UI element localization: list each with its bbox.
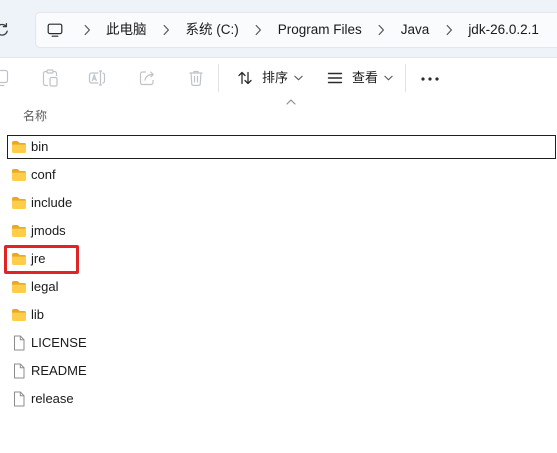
file-icon [11, 335, 27, 351]
item-name: conf [31, 167, 56, 182]
breadcrumb-item[interactable]: 此电脑 [106, 20, 147, 40]
copy-button[interactable] [0, 68, 11, 88]
copy-icon [0, 68, 11, 88]
file-item[interactable]: LICENSE [0, 329, 557, 357]
delete-icon [186, 68, 206, 88]
folder-icon [11, 279, 27, 295]
toolbar-divider [405, 64, 406, 92]
paste-button[interactable] [40, 68, 60, 88]
item-name: include [31, 195, 73, 210]
computer-icon[interactable] [47, 22, 63, 38]
chevron-right-icon[interactable] [67, 24, 106, 36]
file-icon [11, 391, 27, 407]
item-name: lib [31, 307, 45, 322]
file-item[interactable]: release [0, 385, 557, 413]
refresh-icon[interactable] [0, 22, 10, 38]
sort-button[interactable]: 排序 [237, 64, 303, 92]
folder-icon [11, 167, 27, 183]
rename-icon [87, 68, 107, 88]
more-icon[interactable] [420, 77, 440, 81]
breadcrumb-item[interactable]: Program Files [278, 20, 362, 40]
item-name: legal [31, 279, 59, 294]
chevron-down-icon [294, 75, 303, 81]
view-button[interactable]: 查看 [327, 64, 393, 92]
folder-item[interactable]: include [0, 189, 557, 217]
folder-item[interactable]: lib [0, 301, 557, 329]
breadcrumb-item[interactable]: Java [401, 20, 430, 40]
folder-icon [11, 307, 27, 323]
breadcrumb[interactable]: 此电脑 系统 (C:) Program Files Java jdk-26.0.2.1 [35, 12, 557, 48]
delete-button[interactable] [186, 68, 206, 88]
highlight-box [4, 245, 79, 274]
address-bar-row: 此电脑 系统 (C:) Program Files Java jdk-26.0.2.1 [0, 0, 557, 58]
breadcrumb-item[interactable]: 系统 (C:) [186, 20, 239, 40]
folder-icon [11, 139, 27, 155]
sort-label: 排序 [262, 70, 289, 85]
file-list: bin conf include jmods jre legal lib LICENSE REA… [0, 133, 557, 413]
file-icon [11, 363, 27, 379]
folder-icon [11, 195, 27, 211]
item-name: LICENSE [31, 335, 87, 350]
toolbar-divider [218, 64, 219, 92]
chevron-right-icon[interactable] [147, 24, 186, 36]
chevron-down-icon [384, 75, 393, 81]
column-header-name[interactable]: 名称 [23, 108, 47, 124]
chevron-right-icon[interactable] [362, 24, 401, 36]
folder-item[interactable]: jre [0, 245, 557, 274]
folder-item[interactable]: legal [0, 273, 557, 301]
paste-icon [40, 68, 60, 88]
file-item[interactable]: README [0, 357, 557, 385]
sort-ascending-icon [286, 99, 296, 105]
breadcrumb-item[interactable]: jdk-26.0.2.1 [468, 20, 539, 40]
view-icon [327, 70, 343, 86]
rename-button[interactable] [87, 68, 107, 88]
folder-item[interactable]: bin [0, 133, 557, 161]
folder-icon [11, 223, 27, 239]
chevron-right-icon[interactable] [239, 24, 278, 36]
item-name: jmods [31, 223, 66, 238]
folder-item[interactable]: conf [0, 161, 557, 189]
share-icon [137, 68, 157, 88]
item-name: README [31, 363, 87, 378]
share-button[interactable] [137, 68, 157, 88]
sort-icon [237, 70, 253, 86]
chevron-right-icon[interactable] [429, 24, 468, 36]
folder-item[interactable]: jmods [0, 217, 557, 245]
item-name: bin [31, 139, 49, 154]
item-name: release [31, 391, 74, 406]
view-label: 查看 [352, 70, 379, 85]
